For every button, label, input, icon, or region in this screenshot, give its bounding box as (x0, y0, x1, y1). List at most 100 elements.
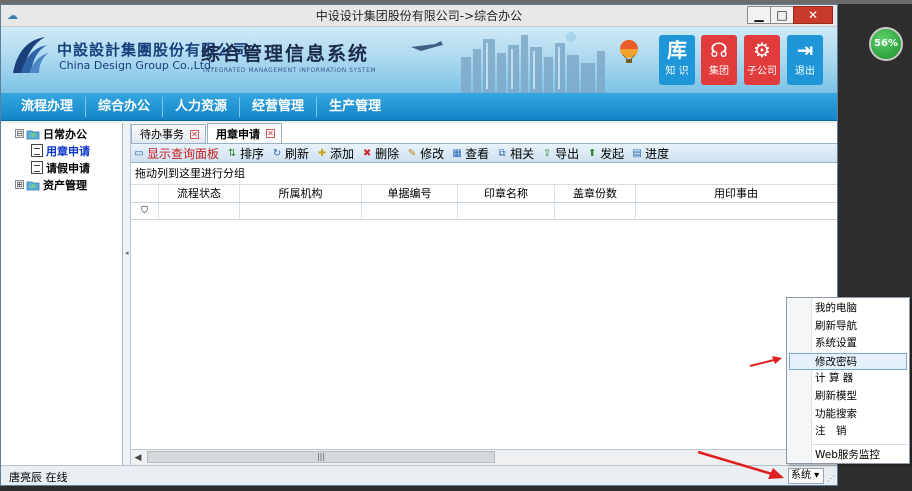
delete-button[interactable]: ✖ 删除 (361, 145, 399, 162)
delete-icon: ✖ (362, 147, 372, 159)
library-icon: 库 (667, 38, 687, 62)
grid-body (131, 223, 837, 447)
menu-item-refresh-nav[interactable]: 刷新导航 (787, 318, 909, 336)
panel-splitter[interactable]: ◂ (123, 123, 131, 465)
column-header[interactable]: 盖章份数 (555, 185, 636, 202)
system-name-en: INTEGRATED MANAGEMENT INFORMATION SYSTEM (203, 67, 377, 74)
title-bar[interactable]: ☁ 中设设计集团股份有限公司->综合办公 ▁ □ ✕ (1, 5, 837, 27)
folder-icon (26, 130, 40, 139)
edit-button[interactable]: ✎ 修改 (406, 145, 444, 162)
system-button-label: 系统 (791, 470, 811, 481)
exit-button[interactable]: ⇥ 退出 (787, 35, 823, 85)
document-icon (31, 144, 43, 157)
add-button[interactable]: ✚ 添加 (316, 145, 354, 162)
nav-production[interactable]: 生产管理 (317, 97, 393, 117)
column-header[interactable]: 印章名称 (458, 185, 555, 202)
system-menu-button[interactable]: 系统 ▾ (788, 468, 824, 484)
collapse-icon[interactable]: ⊟ (15, 129, 24, 138)
header-banner: 中設設計集團股份有限公司 China Design Group Co.,Ltd.… (1, 27, 837, 93)
filter-cell[interactable] (458, 203, 555, 219)
annotation-arrow-password (749, 356, 782, 367)
edit-icon: ✎ (407, 147, 417, 159)
close-tab-icon[interactable]: ✕ (266, 129, 275, 138)
filter-cell[interactable] (555, 203, 636, 219)
content-panel: 待办事务 ✕ 用章申请 ✕ ▭ 显示查询面板 ⇅ 排序 ↻ 刷新 ✚ 添加 ✖ 删除 ✎ 修… (131, 123, 837, 465)
column-header[interactable]: 流程状态 (159, 185, 240, 202)
menu-item-logout[interactable]: 注 销 (787, 423, 909, 441)
knowledge-button[interactable]: 库 知 识 (659, 35, 695, 85)
scroll-thumb[interactable]: ||| (147, 451, 495, 463)
work-area: ⊟ 日常办公 用章申请 请假申请 ⊞ 资产管理 ◂ 待办事务 ✕ 用章申请 ✕ … (1, 123, 837, 465)
usage-badge[interactable]: 56% (869, 27, 903, 61)
tree-node-leave-request[interactable]: 请假申请 (1, 159, 122, 176)
button-label: 进度 (645, 146, 670, 161)
tree-label: 日常办公 (43, 127, 87, 141)
city-skyline-illustration (411, 32, 638, 93)
window-controls: ▁ □ ✕ (747, 6, 833, 24)
menu-item-my-computer[interactable]: 我的电脑 (787, 300, 909, 318)
export-button[interactable]: ⇪ 导出 (541, 145, 579, 162)
nav-office[interactable]: 综合办公 (86, 96, 164, 117)
group-label: 集团 (709, 66, 729, 77)
show-query-panel-button[interactable]: ▭ 显示查询面板 (133, 145, 219, 162)
tree-node-assets[interactable]: ⊞ 资产管理 (1, 176, 122, 193)
view-icon: ▦ (452, 147, 462, 159)
maximize-button[interactable]: □ (770, 6, 794, 24)
tab-seal-request[interactable]: 用章申请 ✕ (207, 123, 282, 143)
tab-label: 待办事务 (140, 128, 184, 141)
tab-strip: 待办事务 ✕ 用章申请 ✕ (131, 123, 837, 143)
nav-tree: ⊟ 日常办公 用章申请 请假申请 ⊞ 资产管理 (1, 123, 123, 465)
monitor-icon: ▭ (134, 147, 144, 159)
filter-cell[interactable] (159, 203, 240, 219)
tree-node-seal-request[interactable]: 用章申请 (1, 142, 122, 159)
launch-button[interactable]: ⬆ 发起 (586, 145, 624, 162)
system-context-menu: 我的电脑 刷新导航 系统设置 修改密码 计 算 器 刷新模型 功能搜索 注 销 … (786, 297, 910, 464)
minimize-button[interactable]: ▁ (747, 6, 771, 24)
nav-hr[interactable]: 人力资源 (163, 96, 241, 117)
menu-item-web-monitor[interactable]: Web服务监控 (787, 447, 909, 465)
nav-business[interactable]: 经营管理 (240, 96, 318, 117)
close-button[interactable]: ✕ (793, 6, 833, 24)
menu-item-refresh-model[interactable]: 刷新模型 (787, 388, 909, 406)
menu-item-calculator[interactable]: 计 算 器 (787, 370, 909, 388)
status-user: 唐亮辰 在线 (9, 471, 68, 484)
grid-header: 流程状态 所属机构 单据编号 印章名称 盖章份数 用印事由 (131, 185, 837, 203)
resize-grip-icon[interactable]: ⋰ (827, 474, 835, 483)
group-button[interactable]: ☊ 集团 (701, 35, 737, 85)
column-header[interactable]: 单据编号 (362, 185, 458, 202)
related-button[interactable]: ⧉ 相关 (496, 145, 535, 162)
scroll-left-icon[interactable]: ◀ (131, 451, 145, 465)
splitter-grip-icon[interactable]: ◂ (125, 249, 129, 257)
dropdown-arrow-icon: ▾ (811, 470, 820, 481)
tree-node-daily-office[interactable]: ⊟ 日常办公 (1, 125, 122, 142)
menu-item-function-search[interactable]: 功能搜索 (787, 406, 909, 424)
tab-label: 用章申请 (216, 127, 260, 141)
tree-label: 请假申请 (46, 161, 90, 175)
menu-item-system-settings[interactable]: 系统设置 (787, 335, 909, 353)
add-icon: ✚ (317, 147, 327, 159)
tab-todo[interactable]: 待办事务 ✕ (131, 124, 206, 143)
column-header[interactable]: 用印事由 (636, 185, 836, 202)
refresh-button[interactable]: ↻ 刷新 (271, 145, 309, 162)
nav-workflow[interactable]: 流程办理 (9, 96, 87, 117)
window-title: 中设设计集团股份有限公司->综合办公 (315, 9, 523, 23)
subsidiary-button[interactable]: ⚙ 子公司 (744, 35, 780, 85)
filter-cell[interactable] (362, 203, 458, 219)
group-by-area[interactable]: 拖动列到这里进行分组 (131, 163, 837, 185)
button-label: 查看 (465, 146, 490, 161)
close-tab-icon[interactable]: ✕ (190, 129, 199, 139)
button-label: 刷新 (285, 146, 310, 161)
view-button[interactable]: ▦ 查看 (451, 145, 489, 162)
menu-item-change-password[interactable]: 修改密码 (789, 352, 907, 371)
filter-cell[interactable] (240, 203, 362, 219)
toolbar: ▭ 显示查询面板 ⇅ 排序 ↻ 刷新 ✚ 添加 ✖ 删除 ✎ 修改 ▦ 查看 ⧉ 相关 ⇪ 导出 … (131, 143, 837, 163)
button-label: 排序 (240, 146, 265, 161)
progress-button[interactable]: ▤ 进度 (631, 145, 669, 162)
document-icon (31, 161, 43, 174)
column-header[interactable]: 所属机构 (240, 185, 362, 202)
filter-cell[interactable] (636, 203, 836, 219)
expand-icon[interactable]: ⊞ (15, 180, 24, 189)
system-name-cn: 综合管理信息系统 (201, 43, 370, 65)
menu-separator (813, 442, 907, 445)
sort-button[interactable]: ⇅ 排序 (226, 145, 264, 162)
